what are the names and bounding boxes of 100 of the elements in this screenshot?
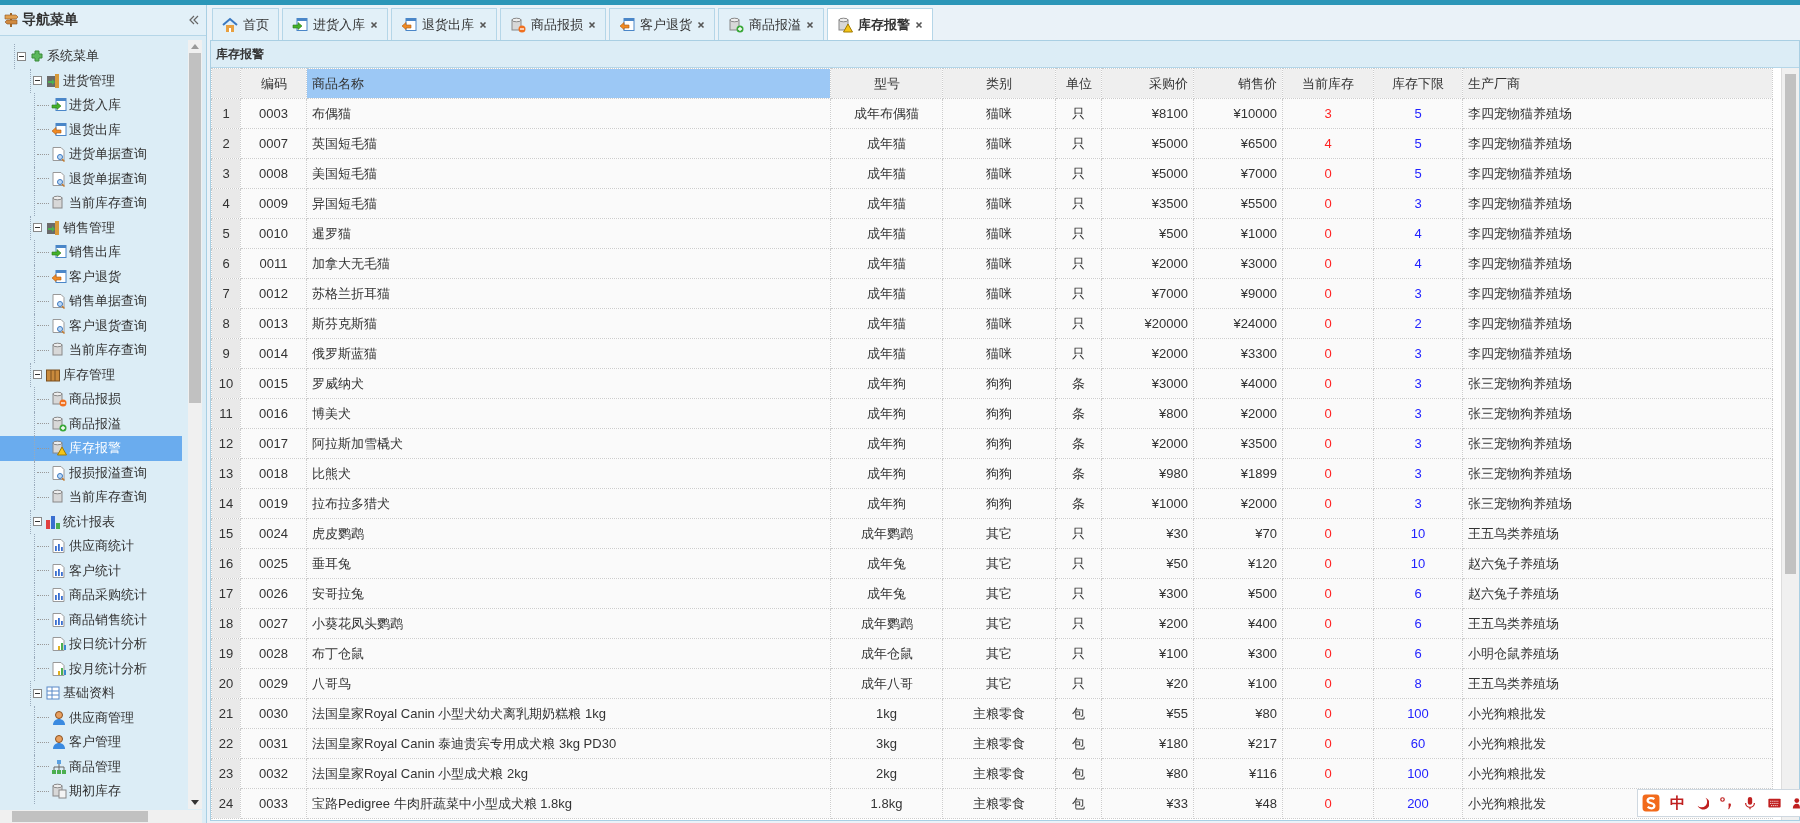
table-cell: 0013 xyxy=(240,308,307,339)
close-icon[interactable] xyxy=(806,20,814,29)
column-header[interactable]: 型号 xyxy=(830,68,943,99)
table-cell: 赵六兔子养殖场 xyxy=(1462,578,1773,609)
tree-toggle-icon[interactable] xyxy=(33,223,42,233)
tree-item[interactable]: 基础资料 xyxy=(0,681,182,706)
tab[interactable]: 退货出库 xyxy=(391,8,497,40)
tree-item[interactable]: 客户统计 xyxy=(0,558,182,583)
row-number: 13 xyxy=(211,458,241,489)
logo-icon[interactable] xyxy=(1642,794,1660,812)
table-cell: 成年猫 xyxy=(830,308,943,339)
tree-item[interactable]: 当前库存查询 xyxy=(0,191,182,216)
tree-item[interactable]: 商品采购统计 xyxy=(0,583,182,608)
column-header[interactable]: 当前库存 xyxy=(1282,68,1374,99)
column-header[interactable]: 采购价 xyxy=(1101,68,1194,99)
tree-item[interactable]: 库存管理 xyxy=(0,362,182,387)
column-header[interactable]: 商品名称 xyxy=(306,68,831,99)
close-icon[interactable] xyxy=(697,20,705,29)
user-icon[interactable] xyxy=(1792,796,1800,810)
close-icon[interactable] xyxy=(915,20,923,29)
tree-item[interactable]: 进货管理 xyxy=(0,68,182,93)
tree-item[interactable]: 客户管理 xyxy=(0,730,182,755)
tree-item[interactable]: 客户退货 xyxy=(0,264,182,289)
table-cell: 赵六兔子养殖场 xyxy=(1462,548,1773,579)
table-cell: 0 xyxy=(1282,308,1374,339)
tree-item[interactable]: 按日统计分析 xyxy=(0,632,182,657)
moon-icon[interactable] xyxy=(1695,796,1709,810)
table-cell: ¥9000 xyxy=(1193,278,1283,309)
table-cell: 俄罗斯蓝猫 xyxy=(306,338,831,369)
microphone-icon[interactable] xyxy=(1743,796,1757,810)
column-header[interactable]: 生产厂商 xyxy=(1462,68,1773,99)
tab[interactable]: 库存报警 xyxy=(827,8,933,40)
table-cell: 其它 xyxy=(942,608,1056,639)
tree-toggle-icon[interactable] xyxy=(33,688,42,698)
table-cell: 比熊犬 xyxy=(306,458,831,489)
tree-item[interactable]: 商品报损 xyxy=(0,387,182,412)
close-icon[interactable] xyxy=(479,20,487,29)
tree-item[interactable]: 商品销售统计 xyxy=(0,607,182,632)
table-cell: 狗狗 xyxy=(942,368,1056,399)
cylinder-plus-icon xyxy=(51,415,67,432)
table-cell: ¥5500 xyxy=(1193,188,1283,219)
keyboard-icon[interactable] xyxy=(1767,796,1782,810)
tree-item[interactable]: 商品管理 xyxy=(0,754,182,779)
input-mode[interactable]: 中 xyxy=(1670,793,1685,813)
column-header[interactable]: 单位 xyxy=(1055,68,1102,99)
table-cell: 李四宠物猫养殖场 xyxy=(1462,188,1773,219)
tree-item[interactable]: 系统菜单 xyxy=(0,44,182,69)
table-cell: 主粮零食 xyxy=(942,788,1056,819)
column-header[interactable]: 类别 xyxy=(942,68,1056,99)
tree-item[interactable]: 供应商管理 xyxy=(0,705,182,730)
tree-item[interactable]: 销售管理 xyxy=(0,215,182,240)
tree-item[interactable]: 销售单据查询 xyxy=(0,289,182,314)
tree-item[interactable]: 进货入库 xyxy=(0,93,182,118)
table-cell: 布偶猫 xyxy=(306,98,831,129)
table-cell: 宝路Pedigree 牛肉肝蔬菜中小型成犬粮 1.8kg xyxy=(306,788,831,819)
column-header[interactable]: 库存下限 xyxy=(1373,68,1463,99)
tab[interactable]: 首页 xyxy=(212,8,279,40)
close-icon[interactable] xyxy=(370,20,378,29)
tab[interactable]: 商品报损 xyxy=(500,8,606,40)
scrollbar[interactable] xyxy=(0,810,202,823)
tree-item[interactable]: 期初库存 xyxy=(0,779,182,804)
table-cell: 猫咪 xyxy=(942,158,1056,189)
tree-item[interactable]: 客户退货查询 xyxy=(0,313,182,338)
tree-item[interactable]: 当前库存查询 xyxy=(0,338,182,363)
tree-toggle-icon[interactable] xyxy=(17,51,26,61)
door-icon xyxy=(45,72,61,89)
tree-item[interactable]: 报损报溢查询 xyxy=(0,460,182,485)
table-cell: 4 xyxy=(1373,218,1463,249)
table-cell: 0 xyxy=(1282,398,1374,429)
scrollbar[interactable] xyxy=(1781,68,1799,820)
punctuation-icon[interactable] xyxy=(1719,796,1733,810)
table-cell: 李四宠物猫养殖场 xyxy=(1462,218,1773,249)
table-cell: ¥2000 xyxy=(1101,248,1194,279)
tab[interactable]: 客户退货 xyxy=(609,8,715,40)
table-cell: 100 xyxy=(1373,698,1463,729)
tree-item[interactable]: 按月统计分析 xyxy=(0,656,182,681)
tree-item[interactable]: 退货单据查询 xyxy=(0,166,182,191)
table-cell: 猫咪 xyxy=(942,128,1056,159)
tree-toggle-icon[interactable] xyxy=(33,517,42,527)
tree-item[interactable]: 销售出库 xyxy=(0,240,182,265)
tab[interactable]: 进货入库 xyxy=(282,8,388,40)
tree-toggle-icon[interactable] xyxy=(33,370,42,380)
table-cell: 0 xyxy=(1282,458,1374,489)
tree-item[interactable]: 退货出库 xyxy=(0,117,182,142)
tree-item[interactable]: 进货单据查询 xyxy=(0,142,182,167)
row-number: 23 xyxy=(211,758,241,789)
column-header[interactable]: 销售价 xyxy=(1193,68,1283,99)
collapse-panel-icon[interactable] xyxy=(188,14,200,26)
chart-document-icon xyxy=(51,611,67,628)
tree-item[interactable]: 统计报表 xyxy=(0,509,182,534)
scrollbar[interactable] xyxy=(188,40,202,809)
close-icon[interactable] xyxy=(588,20,596,29)
table-cell: ¥80 xyxy=(1101,758,1194,789)
tree-item[interactable]: 供应商统计 xyxy=(0,534,182,559)
table-cell: 狗狗 xyxy=(942,398,1056,429)
tab[interactable]: 商品报溢 xyxy=(718,8,824,40)
table-cell: 其它 xyxy=(942,668,1056,699)
tree-toggle-icon[interactable] xyxy=(33,76,42,86)
column-header[interactable]: 编码 xyxy=(240,68,307,99)
tree-item[interactable]: 当前库存查询 xyxy=(0,485,182,510)
